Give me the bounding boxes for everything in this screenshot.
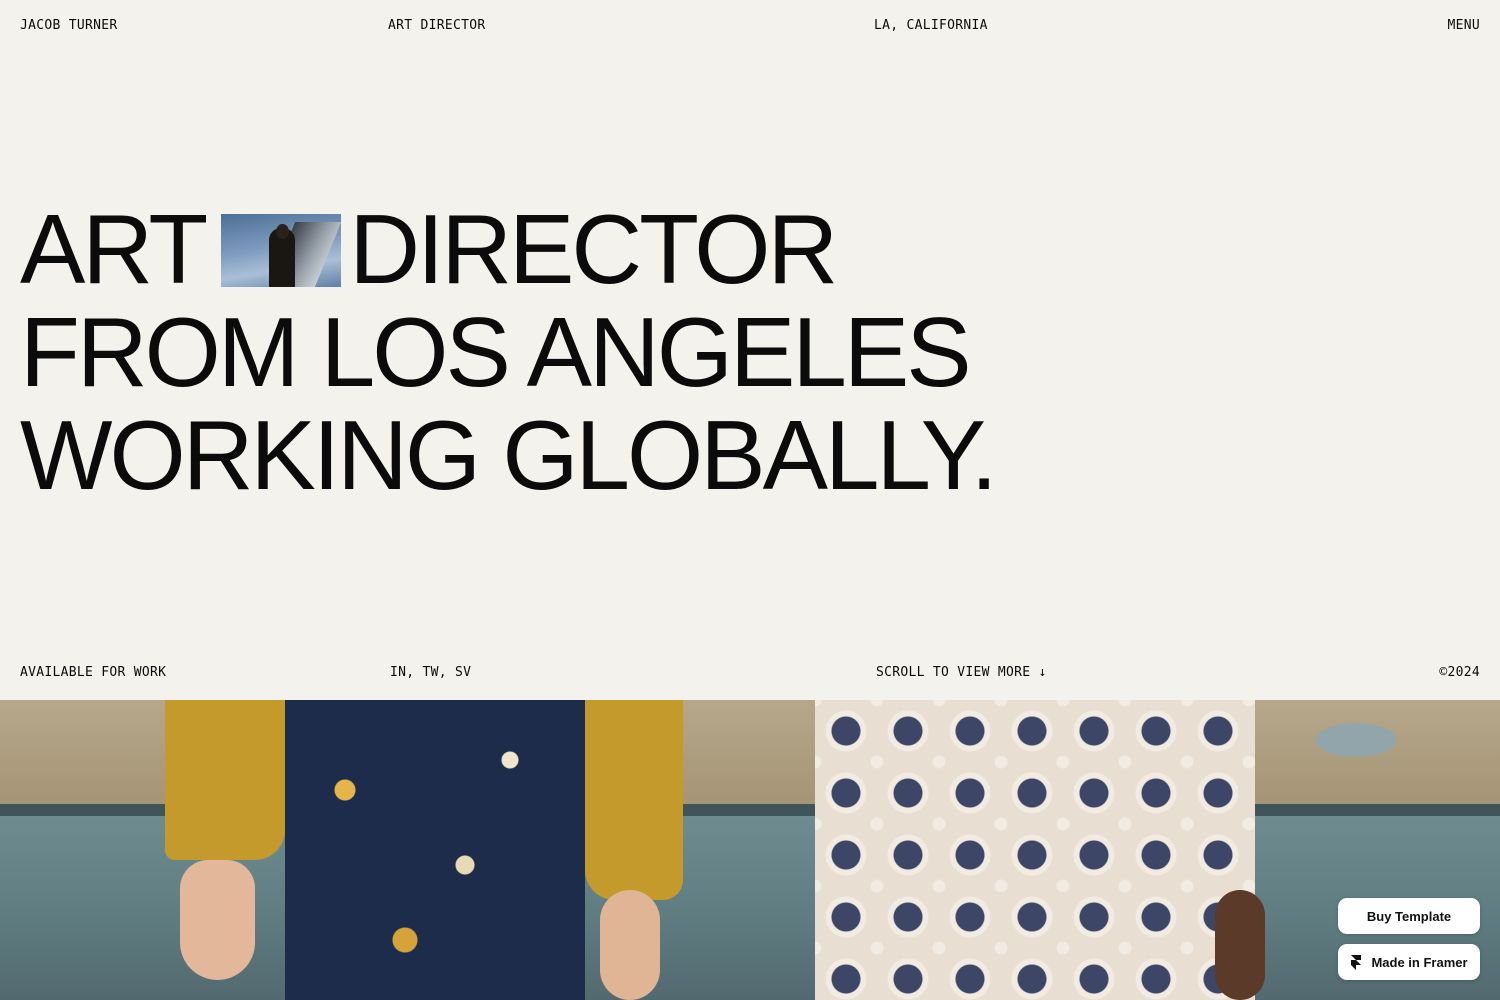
right-person-hand [1215,890,1265,1000]
copyright: ©2024 [1439,665,1480,680]
mural-detail [1260,700,1500,800]
left-person-floral-shirt [285,700,585,1000]
showcase-video [0,700,1500,1000]
buy-template-button[interactable]: Buy Template [1338,898,1480,934]
buy-template-label: Buy Template [1366,908,1452,924]
hero-word-director: DIRECTOR [349,194,838,304]
hero-word-art: ART [20,194,208,304]
hero-line-3: WORKING GLOBALLY. [20,400,998,510]
left-person-sleeve-right [585,700,683,900]
inline-portrait-image [221,214,342,287]
site-name[interactable]: JACOB TURNER [20,18,118,33]
framer-logo-icon [1351,954,1362,970]
left-person-sleeve [165,700,285,860]
right-person-patterned-suit [815,700,1255,1000]
scroll-hint[interactable]: SCROLL TO VIEW MORE ↓ [876,665,1047,680]
hero-line-2: FROM LOS ANGELES [20,297,972,407]
site-role: ART DIRECTOR [388,18,486,33]
site-location: LA, CALIFORNIA [874,18,988,33]
social-links[interactable]: IN, TW, SV [390,665,471,680]
hero-line-1: ART DIRECTOR [20,198,995,301]
left-person-hand-right [600,890,660,1000]
made-in-framer-button[interactable]: Made in Framer [1338,944,1480,980]
made-in-framer-label: Made in Framer [1371,954,1468,970]
availability-status: AVAILABLE FOR WORK [20,665,167,680]
hero-headline: ART DIRECTOR FROM LOS ANGELES WORKING GLO… [20,198,998,510]
left-person-hand [180,860,255,980]
menu-button[interactable]: MENU [1447,18,1480,33]
